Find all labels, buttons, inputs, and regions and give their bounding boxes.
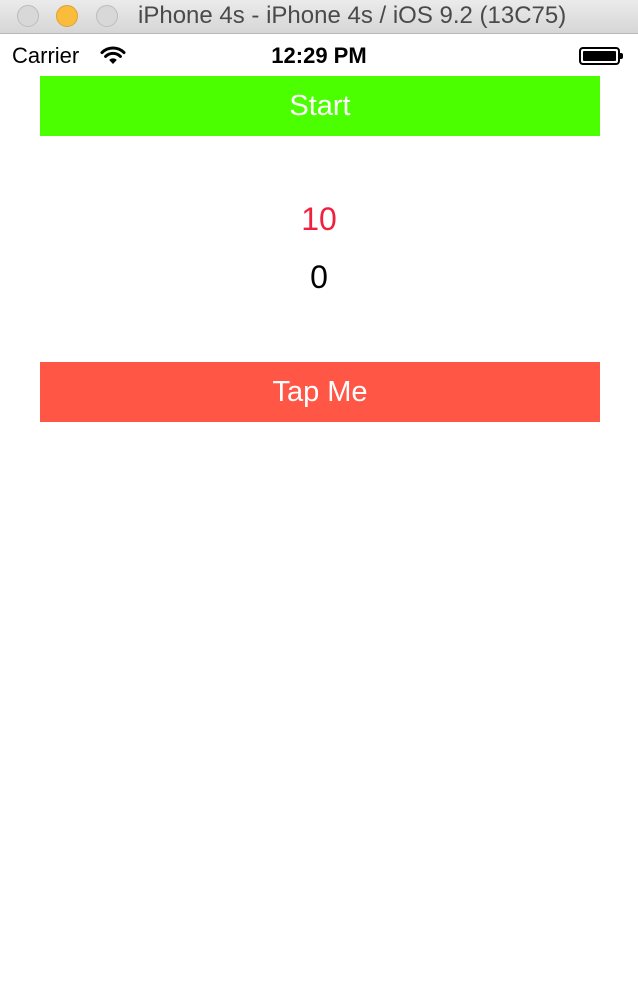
- simulator-window: iPhone 4s - iPhone 4s / iOS 9.2 (13C75) …: [0, 0, 638, 994]
- countdown-label: 10: [301, 201, 337, 237]
- status-time: 12:29 PM: [271, 43, 367, 68]
- tap-me-button[interactable]: Tap Me: [40, 362, 600, 422]
- ios-status-bar: Carrier 12:29 PM: [0, 35, 638, 75]
- battery-body: [579, 47, 620, 65]
- window-title-bar: iPhone 4s - iPhone 4s / iOS 9.2 (13C75): [0, 0, 638, 34]
- window-minimize-button[interactable]: [56, 5, 78, 27]
- score-label: 0: [310, 259, 328, 295]
- battery-fill: [583, 51, 616, 61]
- window-close-button[interactable]: [17, 5, 39, 27]
- window-title: iPhone 4s - iPhone 4s / iOS 9.2 (13C75): [138, 2, 567, 29]
- battery-tip: [620, 53, 623, 59]
- window-zoom-button[interactable]: [96, 5, 118, 27]
- start-button[interactable]: Start: [40, 76, 600, 136]
- battery-icon: [579, 47, 623, 65]
